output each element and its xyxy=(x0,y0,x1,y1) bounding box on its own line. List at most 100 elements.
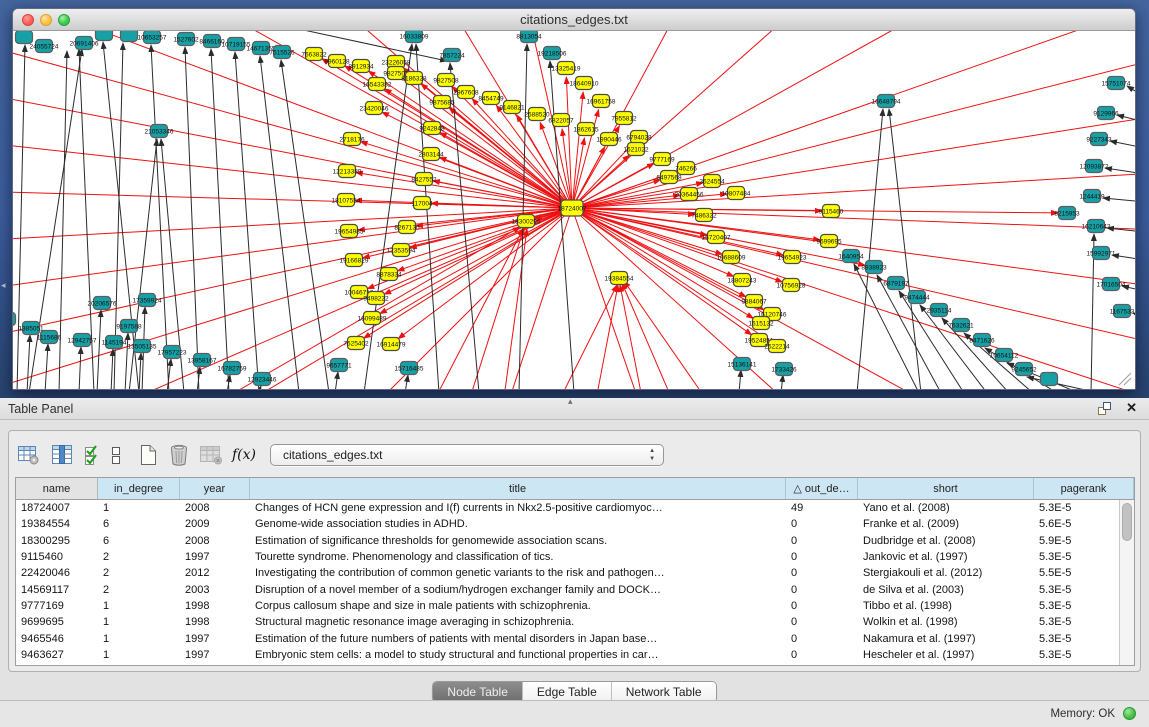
table-row[interactable]: 946362711997Embryonic stem cells: a mode… xyxy=(16,647,1134,663)
graph-edge[interactable] xyxy=(1103,198,1135,202)
row-height-button[interactable] xyxy=(110,444,122,466)
graph-edge[interactable] xyxy=(111,349,113,389)
graph-edge[interactable] xyxy=(79,347,81,389)
graph-edge[interactable] xyxy=(1105,168,1135,174)
split-pane-handle-icon[interactable]: ▴ xyxy=(568,396,573,407)
table-row[interactable]: 969969511998Structural magnetic resonanc… xyxy=(16,614,1134,630)
graph-edge[interactable] xyxy=(13,208,572,291)
graph-edge[interactable] xyxy=(13,208,572,241)
graph-edge[interactable] xyxy=(572,208,1135,351)
table-cell: 9465546 xyxy=(16,633,98,645)
graph-edge[interactable] xyxy=(1027,377,1099,389)
table-row[interactable]: 1830029562008Estimation of significance … xyxy=(16,533,1134,549)
close-window-button[interactable] xyxy=(22,14,34,26)
graph-edge[interactable] xyxy=(149,31,572,208)
graph-edge[interactable] xyxy=(1110,141,1135,148)
column-header-6[interactable]: pagerank xyxy=(1034,478,1134,499)
graph-edge[interactable] xyxy=(450,63,479,389)
graph-edge[interactable] xyxy=(235,52,259,389)
graph-edge[interactable] xyxy=(1127,86,1135,97)
table-cell: 9463627 xyxy=(16,649,98,661)
graph-edge[interactable] xyxy=(139,353,141,389)
network-window-titlebar[interactable]: citations_edges.txt xyxy=(13,9,1135,31)
delete-column-button[interactable] xyxy=(168,443,190,467)
column-header-4[interactable]: △ out_de… xyxy=(786,478,858,499)
graph-node-label: 24055724 xyxy=(30,43,59,50)
tab-network-table[interactable]: Network Table xyxy=(612,682,716,702)
graph-node[interactable] xyxy=(121,31,138,42)
graph-edge[interactable] xyxy=(97,310,101,389)
graph-edge[interactable] xyxy=(335,372,338,389)
graph-node-label: 10756928 xyxy=(777,282,806,289)
graph-node[interactable] xyxy=(1041,373,1058,386)
table-scrollbar[interactable] xyxy=(1119,500,1134,665)
graph-edge[interactable] xyxy=(27,335,30,389)
graph-edge[interactable] xyxy=(17,45,25,389)
close-panel-icon[interactable]: ✕ xyxy=(1126,400,1137,416)
table-row[interactable]: 2242004622012Investigating the contribut… xyxy=(16,565,1134,581)
graph-edge[interactable] xyxy=(572,208,783,282)
graph-edge[interactable] xyxy=(781,375,783,389)
network-canvas[interactable]: 1872400718300295193845549115460969969513… xyxy=(13,31,1135,389)
graph-edge[interactable] xyxy=(405,375,408,389)
graph-edge[interactable] xyxy=(550,61,574,389)
graph-edge[interactable] xyxy=(151,45,169,389)
function-builder-button[interactable]: f(x) xyxy=(232,447,256,463)
graph-node[interactable] xyxy=(96,31,113,41)
zoom-window-button[interactable] xyxy=(58,14,70,26)
tab-node-table[interactable]: Node Table xyxy=(433,682,523,702)
graph-node-label: 13958167 xyxy=(188,357,217,364)
table-row[interactable]: 1938455462009Genome-wide association stu… xyxy=(16,516,1134,532)
column-header-3[interactable]: title xyxy=(250,478,786,499)
table-source-select[interactable]: citations_edges.txt ▲▼ xyxy=(270,444,664,466)
graph-edge[interactable] xyxy=(13,91,572,208)
graph-edge[interactable] xyxy=(13,41,572,208)
graph-node-label: 9498222 xyxy=(363,295,389,302)
table-mode-button[interactable] xyxy=(17,444,41,466)
tab-edge-table[interactable]: Edge Table xyxy=(523,682,612,702)
graph-edge[interactable] xyxy=(572,51,1135,208)
graph-node-label: 16210643 xyxy=(1082,223,1111,230)
graph-edge[interactable] xyxy=(361,142,572,208)
column-header-2[interactable]: year xyxy=(180,478,250,499)
scrollbar-thumb[interactable] xyxy=(1122,503,1132,541)
network-graph-svg[interactable]: 1872400718300295193845549115460969969513… xyxy=(13,31,1135,389)
control-panel-splitter-arrow[interactable]: ◂ xyxy=(1,280,6,291)
graph-edge[interactable] xyxy=(503,229,527,389)
graph-node-label: 18807243 xyxy=(728,277,757,284)
graph-node-label: 8427552 xyxy=(411,176,437,183)
column-header-5[interactable]: short xyxy=(858,478,1034,499)
graph-node[interactable] xyxy=(13,313,16,326)
graph-edge[interactable] xyxy=(572,208,752,335)
table-row[interactable]: 977716911998Corpus callosum shape and si… xyxy=(16,598,1134,614)
table-row[interactable]: 911546021997Tourette syndrome. Phenomeno… xyxy=(16,549,1134,565)
show-columns-button[interactable] xyxy=(50,444,74,466)
table-row[interactable]: 1872400712008Changes of HCN gene express… xyxy=(16,500,1134,516)
graph-edge[interactable] xyxy=(45,344,48,389)
graph-node-label: 16914479 xyxy=(377,341,406,348)
graph-edge[interactable] xyxy=(595,285,618,389)
graph-edge[interactable] xyxy=(281,60,329,389)
float-panel-icon[interactable] xyxy=(1098,402,1111,415)
canvas-resize-grip-icon[interactable] xyxy=(1119,373,1131,385)
fx-label: f(x) xyxy=(232,447,256,463)
memory-ok-indicator[interactable] xyxy=(1123,707,1136,720)
graph-edge[interactable] xyxy=(260,56,299,389)
table-cell: 1 xyxy=(98,502,180,514)
table-cell: 0 xyxy=(786,518,858,530)
create-column-button[interactable] xyxy=(137,443,159,467)
graph-node[interactable] xyxy=(16,31,33,44)
graph-edge[interactable] xyxy=(185,47,199,389)
column-header-0[interactable]: name xyxy=(16,478,98,499)
graph-edge[interactable] xyxy=(620,285,643,389)
graph-edge[interactable] xyxy=(624,281,699,389)
graph-edge[interactable] xyxy=(211,49,229,389)
graph-edge[interactable] xyxy=(739,370,741,389)
table-cell: 1 xyxy=(98,633,180,645)
column-header-1[interactable]: in_degree xyxy=(98,478,180,499)
select-all-button[interactable] xyxy=(83,444,101,466)
table-cell: 1997 xyxy=(180,649,250,661)
table-row[interactable]: 946554611997Estimation of the future num… xyxy=(16,630,1134,646)
table-row[interactable]: 1456911722003Disruption of a novel membe… xyxy=(16,581,1134,597)
minimize-window-button[interactable] xyxy=(40,14,52,26)
